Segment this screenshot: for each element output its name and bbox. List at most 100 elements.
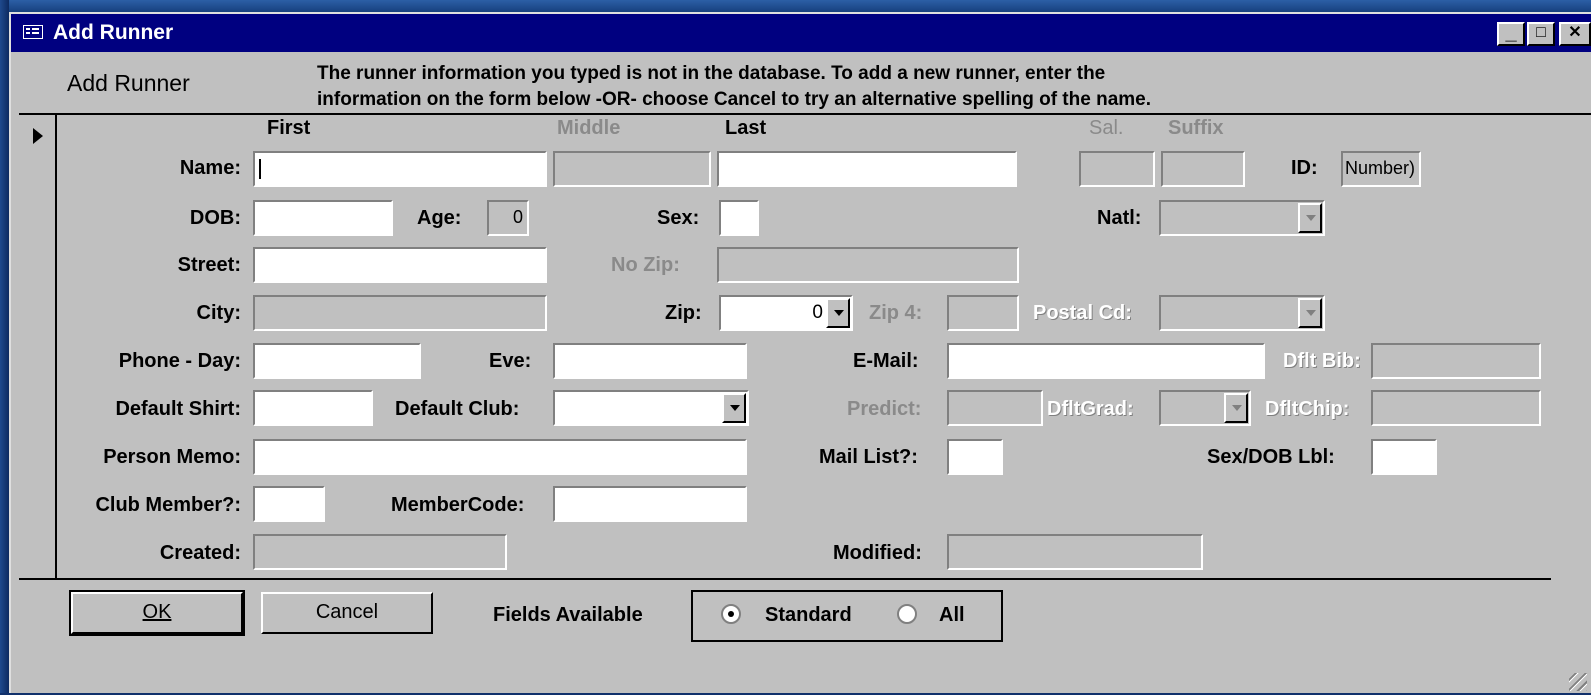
maximize-button[interactable]: □ — [1527, 22, 1555, 46]
dflt-grad-label: DfltGrad: — [1047, 398, 1134, 420]
all-radio[interactable] — [897, 604, 917, 624]
member-code-label: MemberCode: — [391, 494, 525, 516]
desktop-edge — [0, 0, 1591, 12]
dflt-chip-label: DfltChip: — [1265, 398, 1350, 420]
info-message: The runner information you typed is not … — [317, 61, 1151, 113]
close-button[interactable]: ✕ — [1559, 22, 1591, 46]
default-club-label: Default Club: — [395, 398, 520, 420]
chevron-down-icon[interactable] — [722, 393, 746, 423]
form-icon — [23, 25, 43, 39]
zip-label: Zip: — [665, 302, 702, 324]
chevron-down-icon[interactable] — [1298, 203, 1322, 233]
cancel-button[interactable]: Cancel — [261, 592, 433, 634]
dob-field[interactable] — [253, 200, 393, 236]
standard-radio-label[interactable]: Standard — [765, 604, 852, 627]
form-title: Add Runner — [67, 70, 190, 96]
add-runner-window: Add Runner _ □ ✕ Add Runner The runner i… — [9, 12, 1591, 693]
dflt-chip-field[interactable] — [1371, 390, 1541, 426]
predict-field[interactable] — [947, 390, 1043, 426]
col-sal: Sal. — [1089, 117, 1124, 139]
dflt-bib-field[interactable] — [1371, 343, 1541, 379]
zip4-label: Zip 4: — [869, 302, 923, 324]
info-message-line1: The runner information you typed is not … — [317, 63, 1106, 84]
fields-available-label: Fields Available — [493, 604, 643, 626]
person-memo-field[interactable] — [253, 439, 747, 475]
zip-combo[interactable]: 0 — [719, 295, 853, 331]
member-code-field[interactable] — [553, 486, 747, 522]
sex-label: Sex: — [657, 207, 700, 229]
email-label: E-Mail: — [853, 350, 919, 372]
club-member-field[interactable] — [253, 486, 325, 522]
mail-list-field[interactable] — [947, 439, 1003, 475]
nozip-label: No Zip: — [611, 254, 680, 276]
footer-divider — [19, 578, 1551, 580]
minimize-icon: _ — [1505, 22, 1517, 44]
nozip-field[interactable] — [717, 247, 1019, 283]
dob-label: DOB: — [189, 207, 241, 229]
chevron-down-icon[interactable] — [1298, 298, 1322, 328]
header-divider — [19, 113, 1591, 115]
id-label: ID: — [1291, 157, 1318, 179]
cancel-label: Cancel — [315, 601, 379, 623]
age-label: Age: — [417, 207, 462, 229]
sex-dob-lbl-label: Sex/DOB Lbl: — [1207, 446, 1335, 468]
email-field[interactable] — [947, 343, 1265, 379]
chevron-down-icon[interactable] — [826, 298, 850, 328]
predict-label: Predict: — [847, 398, 922, 420]
standard-radio[interactable] — [721, 604, 741, 624]
city-field[interactable] — [253, 295, 547, 331]
window-title: Add Runner — [53, 21, 174, 44]
id-field[interactable]: Number) — [1341, 151, 1421, 187]
name-label: Name: — [179, 157, 241, 179]
suffix-field[interactable] — [1161, 151, 1245, 187]
eve-phone-field[interactable] — [553, 343, 747, 379]
ok-button[interactable]: OK — [69, 590, 245, 636]
form-body: Add Runner The runner information you ty… — [11, 52, 1591, 695]
sex-field[interactable] — [719, 200, 759, 236]
age-field[interactable]: 0 — [487, 200, 529, 236]
default-club-combo[interactable] — [553, 390, 749, 426]
mail-list-label: Mail List?: — [819, 446, 918, 468]
natl-combo[interactable] — [1159, 200, 1325, 236]
middle-name-field[interactable] — [553, 151, 711, 187]
first-name-field[interactable] — [253, 151, 547, 187]
resize-grip-icon[interactable] — [1569, 673, 1587, 691]
text-cursor — [259, 159, 261, 179]
zip4-field[interactable] — [947, 295, 1019, 331]
fields-available-group: Standard All — [691, 590, 1003, 642]
natl-label: Natl: — [1097, 207, 1142, 229]
modified-label: Modified: — [833, 542, 922, 564]
person-memo-label: Person Memo: — [103, 446, 241, 468]
record-selector-icon[interactable] — [33, 128, 43, 144]
zip-value: 0 — [812, 302, 823, 323]
eve-label: Eve: — [489, 350, 532, 372]
title-bar: Add Runner _ □ ✕ — [11, 14, 1591, 52]
col-first: First — [267, 117, 311, 139]
city-label: City: — [196, 302, 241, 324]
radio-selected-dot — [728, 611, 734, 617]
col-suffix: Suffix — [1168, 117, 1224, 139]
postal-combo[interactable] — [1159, 295, 1325, 331]
col-last: Last — [725, 117, 767, 139]
minimize-button[interactable]: _ — [1497, 22, 1525, 46]
close-icon: ✕ — [1568, 24, 1582, 41]
dflt-grad-combo[interactable] — [1159, 390, 1251, 426]
salutation-field[interactable] — [1079, 151, 1155, 187]
chevron-down-icon[interactable] — [1224, 393, 1248, 423]
all-radio-label[interactable]: All — [939, 604, 965, 627]
modified-field[interactable] — [947, 534, 1203, 570]
default-shirt-field[interactable] — [253, 390, 373, 426]
maximize-icon: □ — [1536, 24, 1546, 41]
street-label: Street: — [177, 254, 241, 276]
street-field[interactable] — [253, 247, 547, 283]
desktop-edge-left — [0, 0, 9, 693]
phone-day-field[interactable] — [253, 343, 421, 379]
last-name-field[interactable] — [717, 151, 1017, 187]
col-middle: Middle — [557, 117, 621, 139]
postal-label: Postal Cd: — [1033, 302, 1132, 324]
dflt-bib-label: Dflt Bib: — [1283, 350, 1361, 372]
sex-dob-lbl-field[interactable] — [1371, 439, 1437, 475]
created-field[interactable] — [253, 534, 507, 570]
default-shirt-label: Default Shirt: — [115, 398, 241, 420]
phone-day-label: Phone - Day: — [118, 350, 241, 372]
